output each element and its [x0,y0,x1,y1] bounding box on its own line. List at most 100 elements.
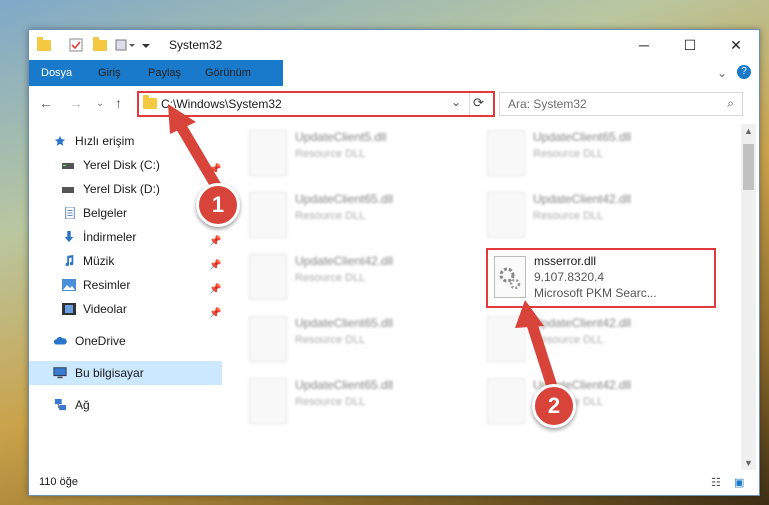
dll-file-icon [249,378,287,424]
forward-arrow-icon[interactable]: → [69,95,83,111]
file-version: 9.107.8320.4 [534,270,605,284]
dll-file-icon [487,130,525,176]
file-name: UpdateClient65.dll [295,192,394,206]
sidebar-item-drive-c[interactable]: Yerel Disk (C:) 📌 [29,153,222,177]
large-icons-view-icon[interactable]: ▣ [734,476,744,489]
sidebar-item-label: Bu bilgisayar [75,366,144,380]
file-description: Resource DLL [295,334,366,346]
sidebar-item-videos[interactable]: Videolar 📌 [29,297,222,321]
minimize-button[interactable]: ─ [621,30,667,60]
tab-view[interactable]: Görünüm [205,60,251,86]
sidebar-item-pictures[interactable]: Resimler 📌 [29,273,222,297]
properties-icon[interactable] [69,37,83,53]
dll-file-icon [487,378,525,424]
pin-icon[interactable]: 📌 [209,302,221,326]
sidebar-item-label: Müzik [83,254,115,268]
sidebar-item-this-pc[interactable]: Bu bilgisayar [29,361,222,385]
explorer-window: System32 ─ ☐ ✕ Dosya Giriş Paylaş Görünü… [28,29,760,496]
star-icon [54,135,66,146]
sidebar-item-music[interactable]: Müzik 📌 [29,249,222,273]
folder-icon [37,36,51,53]
address-bar[interactable]: C:\Windows\System32 ⌄ ⟳ [137,91,495,117]
file-name: UpdateClient42.dll [295,254,394,268]
vertical-scrollbar[interactable]: ▲ ▼ [741,124,756,470]
search-icon[interactable]: ⌕ [727,96,734,111]
search-input[interactable]: Ara: System32 ⌕ [499,92,743,116]
recent-chevron-icon[interactable]: ⌄ [96,98,104,109]
scroll-down-icon[interactable]: ▼ [744,458,753,468]
address-path: C:\Windows\System32 [161,97,282,111]
dll-file-icon [494,256,526,298]
tab-share[interactable]: Paylaş [148,60,181,86]
dll-file-icon [487,192,525,238]
list-item[interactable]: UpdateClient42.dll Resource DLL [477,186,707,242]
customize-toolbar-icon[interactable] [115,37,137,53]
status-bar: 110 öğe ☷ ▣ [29,471,759,495]
download-icon [64,231,74,243]
sidebar-item-quick-access[interactable]: Hızlı erişim [29,129,222,153]
highlighted-file-msserror[interactable]: msserror.dll 9.107.8320.4 Microsoft PKM … [486,248,716,308]
sidebar-item-label: İndirmeler [83,230,137,244]
scrollbar-thumb[interactable] [743,144,754,190]
file-description: Resource DLL [533,334,604,346]
help-icon[interactable]: ? [737,65,751,79]
file-name: UpdateClient65.dll [295,316,394,330]
sidebar-item-network[interactable]: Ağ [29,393,222,417]
back-arrow-icon[interactable]: ← [39,95,53,111]
list-item[interactable]: UpdateClient65.dll Resource DLL [239,372,469,428]
sidebar-item-label: Ağ [75,398,90,412]
tab-home[interactable]: Giriş [98,60,121,86]
close-button[interactable]: ✕ [713,30,759,60]
folder-icon [143,95,157,109]
sidebar-item-documents[interactable]: Belgeler 📌 [29,201,222,225]
navigation-pane: Hızlı erişim Yerel Disk (C:) 📌 Yerel Dis… [29,124,222,454]
file-name: UpdateClient42.dll [533,192,632,206]
dll-file-icon [249,254,287,300]
music-icon [65,255,74,267]
file-name: UpdateClient5.dll [295,130,387,144]
chevron-down-icon[interactable] [141,37,151,53]
sidebar-item-drive-d[interactable]: Yerel Disk (D:) 📌 [29,177,222,201]
list-item[interactable]: UpdateClient42.dll Resource DLL [477,310,707,366]
sidebar-item-downloads[interactable]: İndirmeler 📌 [29,225,222,249]
ribbon: Dosya Giriş Paylaş Görünüm ⌄ ? [29,60,759,116]
address-row: ← → ⌄ ↑ C:\Windows\System32 ⌄ ⟳ Ara: Sys… [29,86,759,120]
file-name: msserror.dll [534,254,597,268]
dll-file-icon [249,316,287,362]
list-item[interactable]: UpdateClient65.dll Resource DLL [477,124,707,180]
callout-2: 2 [532,384,576,428]
file-list: UpdateClient5.dll Resource DLL UpdateCli… [239,124,739,464]
file-description: Resource DLL [533,210,604,222]
list-item[interactable]: UpdateClient42.dll Resource DLL [477,372,707,428]
new-folder-icon[interactable] [93,36,107,53]
sidebar-item-label: Hızlı erişim [75,134,135,148]
scroll-up-icon[interactable]: ▲ [744,126,753,136]
sidebar-item-onedrive[interactable]: OneDrive [29,329,222,353]
refresh-icon[interactable]: ⟳ [473,95,484,111]
callout-1: 1 [196,183,240,227]
maximize-button[interactable]: ☐ [667,30,713,60]
window-title: System32 [169,38,223,52]
details-view-icon[interactable]: ☷ [711,476,721,489]
pictures-icon [62,279,76,291]
file-description: Resource DLL [295,272,366,284]
sidebar-item-label: Yerel Disk (C:) [83,158,160,172]
dll-file-icon [249,192,287,238]
file-description: Resource DLL [295,148,366,160]
drive-icon [62,163,74,169]
address-dropdown-icon[interactable]: ⌄ [451,95,461,109]
sidebar-item-label: Resimler [83,278,131,292]
sidebar-item-label: Belgeler [83,206,128,220]
list-item[interactable]: UpdateClient65.dll Resource DLL [239,310,469,366]
drive-icon [62,187,74,193]
dll-file-icon [249,130,287,176]
expand-ribbon-icon[interactable]: ⌄ [717,60,727,86]
file-description: Resource DLL [295,396,366,408]
list-item[interactable]: UpdateClient65.dll Resource DLL [239,186,469,242]
up-arrow-icon[interactable]: ↑ [115,95,122,111]
list-item[interactable]: UpdateClient5.dll Resource DLL [239,124,469,180]
list-item[interactable]: UpdateClient42.dll Resource DLL [239,248,469,304]
file-description: Microsoft PKM Searc... [534,286,657,300]
item-count: 110 öğe [39,476,78,488]
file-name: UpdateClient65.dll [295,378,394,392]
